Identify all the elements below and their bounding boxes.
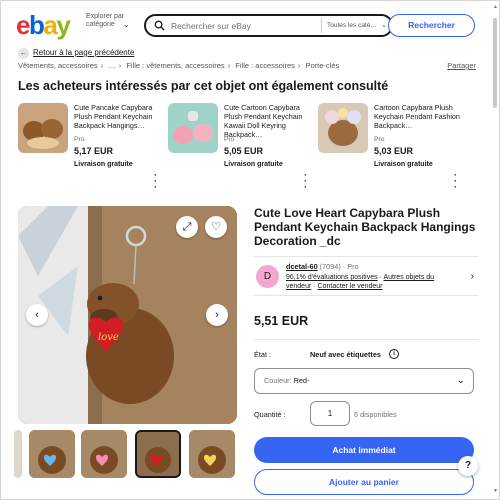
search-bar: Toutes les caté… ⌄: [144, 14, 393, 37]
quantity-available: 6 disponibles: [354, 410, 397, 419]
gallery-thumbnail[interactable]: [29, 430, 75, 478]
product-thumbnail[interactable]: [318, 103, 368, 153]
seller-card[interactable]: D dcetal-60 (7094) · Pro 96,1% d'évaluat…: [254, 256, 478, 296]
chevron-right-icon[interactable]: ›: [206, 304, 228, 326]
avatar[interactable]: D: [256, 265, 279, 288]
card-title[interactable]: Cartoon Capybara Plush Keychain Pendant …: [374, 103, 462, 130]
card-shipping: Livraison gratuite: [74, 161, 133, 168]
share-link[interactable]: Partager: [447, 61, 476, 70]
scroll-up-icon[interactable]: ▲: [493, 4, 498, 10]
product-title: Cute Love Heart Capybara Plush Pendant K…: [254, 206, 476, 248]
chevron-right-icon[interactable]: ›: [471, 271, 474, 282]
condition-label: État :: [254, 350, 272, 359]
card-condition: Pro: [374, 136, 385, 143]
scrollbar[interactable]: ▲ ▼: [493, 4, 498, 494]
contact-seller-link[interactable]: Contacter le vendeur: [318, 283, 383, 290]
breadcrumb: Vêtements, accessoires › … › Fille : vêtem…: [18, 61, 340, 70]
category-select[interactable]: Toutes les caté… ⌄: [321, 18, 391, 33]
card-shipping: Livraison gratuite: [374, 161, 433, 168]
help-icon[interactable]: ?: [458, 456, 478, 476]
card-title[interactable]: Cute Cartoon Capybara Plush Pendant Keyc…: [224, 103, 312, 139]
gallery-thumbnail[interactable]: [81, 430, 127, 478]
search-input[interactable]: [171, 18, 321, 33]
card-price: 5,05 EUR: [224, 146, 264, 156]
breadcrumb-item[interactable]: Fille : vêtements, accessoires: [126, 61, 224, 70]
card-shipping: Livraison gratuite: [224, 161, 283, 168]
more-options-icon[interactable]: · · ·: [304, 171, 307, 192]
product-image[interactable]: love ⤢ ♡ ‹ ›: [18, 206, 237, 424]
ebay-logo[interactable]: ebay: [16, 10, 71, 40]
seller-feedback-link[interactable]: 96,1% d'évaluations positives: [286, 274, 378, 281]
search-icon: [154, 20, 165, 31]
back-link-label[interactable]: Retour à la page précédente: [33, 48, 134, 57]
card-title[interactable]: Cute Pancake Capybara Plush Pendant Keyc…: [74, 103, 162, 130]
add-to-cart-button[interactable]: Ajouter au panier: [254, 469, 474, 495]
card-condition: Pro: [74, 136, 85, 143]
also-viewed-card[interactable]: Cute Pancake Capybara Plush Pendant Keyc…: [18, 103, 158, 192]
condition-value: Neuf avec étiquettes: [310, 350, 381, 359]
gallery-thumbnail-selected[interactable]: [135, 430, 181, 478]
also-viewed-title: Les acheteurs intéressés par cet objet o…: [18, 79, 389, 93]
back-link[interactable]: ← Retour à la page précédente: [18, 48, 134, 59]
gallery-thumbnail[interactable]: [14, 430, 22, 478]
info-icon[interactable]: i: [389, 349, 399, 359]
seller-links: 96,1% d'évaluations positives · Autres o…: [286, 274, 435, 290]
heart-icon[interactable]: ♡: [205, 216, 227, 238]
gallery-thumbnails: [14, 430, 238, 478]
product-thumbnail[interactable]: [168, 103, 218, 153]
card-price: 5,03 EUR: [374, 146, 414, 156]
more-options-icon[interactable]: · · ·: [154, 171, 157, 192]
chevron-down-icon: ⌄: [381, 22, 387, 29]
chevron-left-icon[interactable]: ‹: [26, 304, 48, 326]
divider: [254, 339, 478, 340]
seller-name[interactable]: dcetal-60 (7094) · Pro: [286, 262, 359, 271]
svg-text:love: love: [98, 332, 119, 343]
chevron-down-icon[interactable]: ⌄: [123, 20, 130, 29]
arrow-left-icon: ←: [18, 48, 29, 59]
search-button[interactable]: Rechercher: [388, 14, 475, 37]
header: ebay Explorer par catégorie ⌄ Toutes les…: [16, 10, 486, 40]
breadcrumb-item[interactable]: Vêtements, accessoires: [18, 61, 98, 70]
quantity-input[interactable]: [310, 401, 350, 426]
color-select-value: Red-: [293, 376, 310, 385]
breadcrumb-item[interactable]: …: [108, 61, 116, 70]
card-price: 5,17 EUR: [74, 146, 114, 156]
gallery-thumbnail[interactable]: [189, 430, 235, 478]
color-select[interactable]: Couleur: Red- ⌄: [254, 368, 474, 394]
breadcrumb-item[interactable]: Porte-clés: [305, 61, 339, 70]
color-select-label: Couleur:: [264, 376, 294, 385]
product-thumbnail[interactable]: [18, 103, 68, 153]
scrollbar-thumb[interactable]: [493, 18, 497, 108]
also-viewed-card[interactable]: Cartoon Capybara Plush Keychain Pendant …: [318, 103, 460, 192]
product-price: 5,51 EUR: [254, 314, 309, 328]
more-options-icon[interactable]: · · ·: [454, 171, 457, 192]
buy-now-button[interactable]: Achat immédiat: [254, 437, 474, 463]
quantity-label: Quantité :: [254, 410, 286, 419]
scroll-down-icon[interactable]: ▼: [493, 488, 498, 494]
breadcrumb-item[interactable]: Fille : accessoires: [235, 61, 295, 70]
card-condition: Pro: [224, 136, 235, 143]
expand-icon[interactable]: ⤢: [176, 216, 198, 238]
chevron-down-icon: ⌄: [456, 375, 465, 386]
also-viewed-card[interactable]: Cute Cartoon Capybara Plush Pendant Keyc…: [168, 103, 308, 192]
